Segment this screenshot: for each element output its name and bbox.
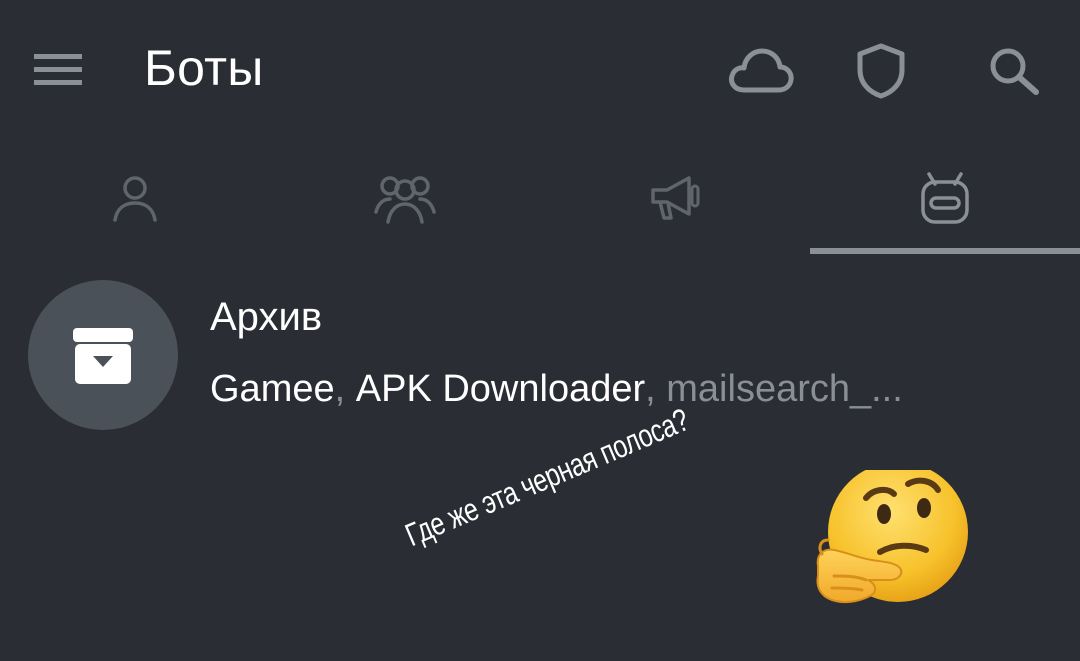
tab-private-chats[interactable]	[0, 140, 270, 256]
chat-separator: ,	[334, 368, 356, 410]
screen: Боты Архив Gamee, APK Downloader, mailse…	[0, 0, 1080, 661]
search-button[interactable]	[978, 38, 1048, 104]
tab-groups[interactable]	[270, 140, 540, 256]
archive-box-icon	[73, 328, 133, 384]
cloud-icon	[729, 48, 794, 93]
archive-row[interactable]: Архив Gamee, APK Downloader, mailsearch_…	[0, 262, 1080, 452]
archive-chat-name: Gamee	[210, 368, 335, 410]
archive-chat-list: Gamee, APK Downloader, mailsearch_...	[210, 364, 903, 414]
search-icon	[990, 48, 1039, 95]
tab-bots[interactable]	[810, 140, 1080, 256]
archive-chat-name: APK Downloader	[355, 368, 646, 410]
archive-title: Архив	[210, 295, 323, 339]
shield-button[interactable]	[846, 38, 916, 104]
group-icon	[374, 176, 436, 224]
archive-avatar	[28, 280, 178, 430]
megaphone-icon	[651, 176, 700, 220]
archive-chat-name: mailsearch_...	[666, 368, 903, 410]
page-title: Боты	[144, 40, 264, 96]
person-icon	[113, 176, 157, 222]
shield-icon	[857, 43, 905, 99]
selected-tab-indicator	[810, 248, 1080, 254]
tab-channels[interactable]	[540, 140, 810, 256]
bot-icon	[921, 172, 969, 224]
hamburger-menu-icon	[34, 54, 82, 85]
filter-tabs	[0, 140, 1080, 256]
menu-button[interactable]	[24, 40, 94, 96]
chat-separator: ,	[645, 368, 667, 410]
app-bar: Боты	[0, 0, 1080, 140]
cloud-button[interactable]	[726, 38, 796, 104]
thinking-face-emoji	[816, 470, 968, 604]
